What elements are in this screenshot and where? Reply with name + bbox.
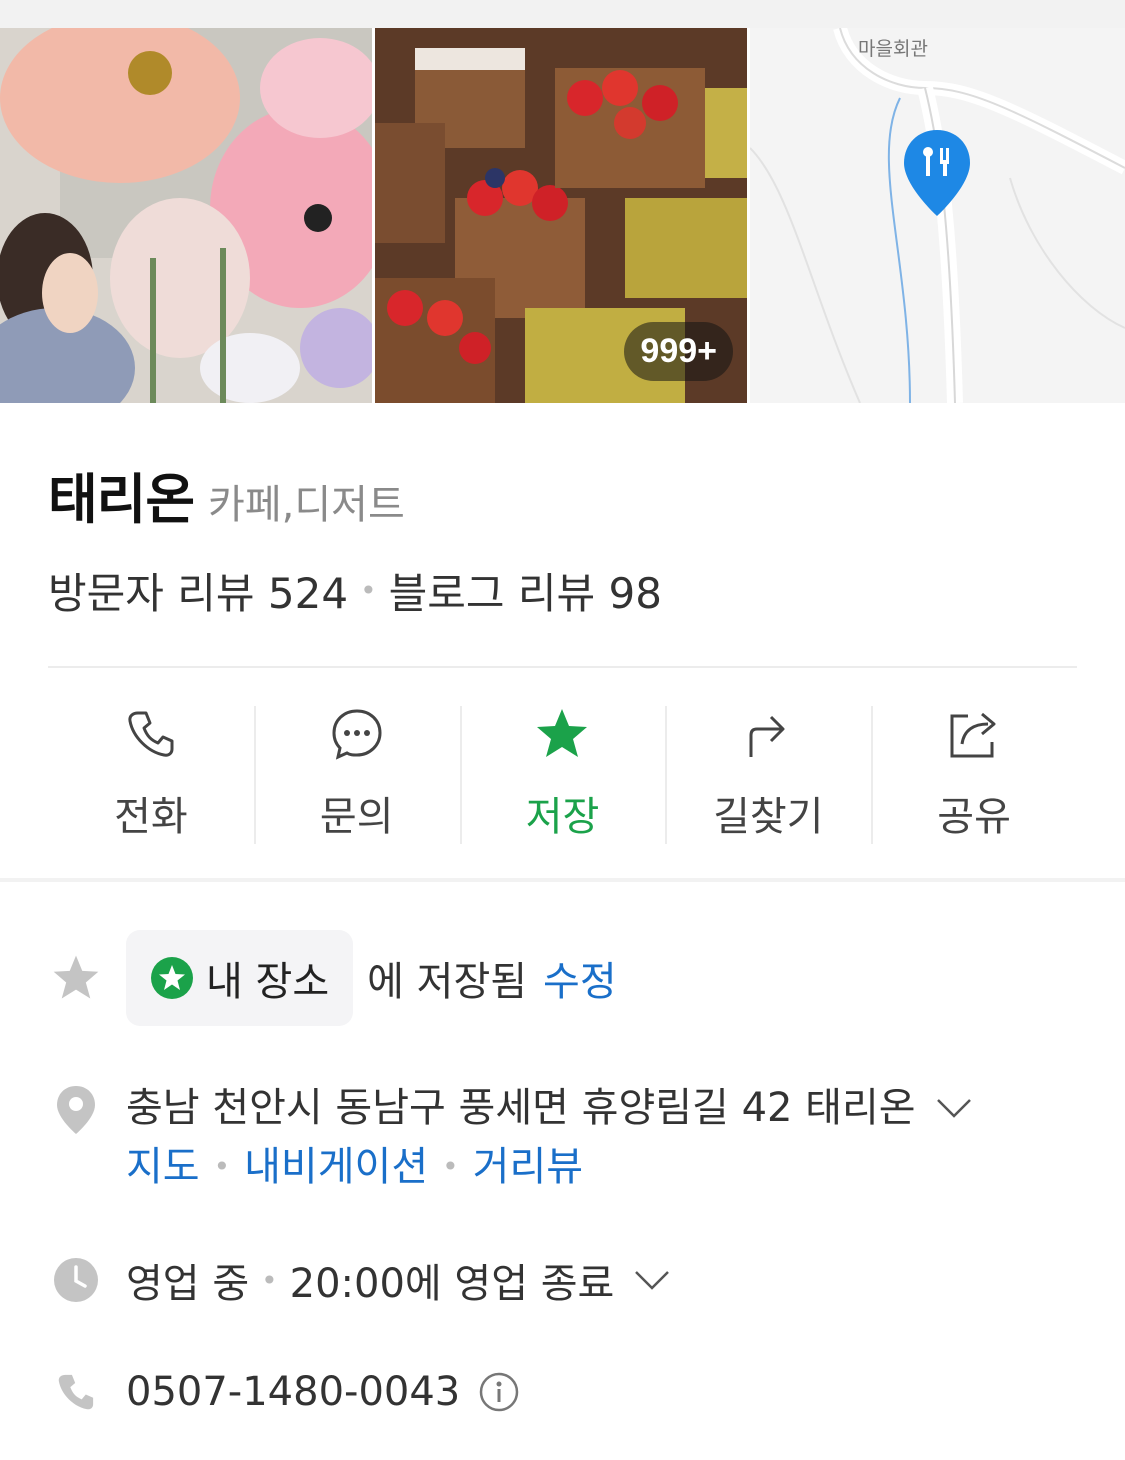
saved-list-name: 내 장소 <box>206 959 330 1005</box>
photo-desserts[interactable]: 999+ <box>375 28 747 403</box>
phone-icon <box>119 702 183 766</box>
address-text: 충남 천안시 동남구 풍세면 휴양림길 42 태리온 <box>126 1085 916 1131</box>
phone-icon <box>48 1370 104 1414</box>
directions-button[interactable]: 길찾기 <box>665 700 871 845</box>
save-label: 저장 <box>525 794 600 840</box>
business-hours-row[interactable]: 영업 중 • 20:00에 영업 종료 <box>48 1250 672 1310</box>
saved-status-row: 내 장소 에 저장됨 수정 <box>48 930 617 1026</box>
action-bar: 전화 문의 저장 길찾기 공유 <box>48 700 1077 845</box>
inquiry-button[interactable]: 문의 <box>253 700 460 845</box>
map-place-label: 마을회관 <box>858 38 928 60</box>
call-button[interactable]: 전화 <box>48 700 254 845</box>
star-outline-icon <box>48 953 104 1003</box>
green-star-badge-icon <box>151 957 193 999</box>
chevron-down-icon[interactable] <box>934 1096 974 1120</box>
map-pin-icon <box>904 130 970 216</box>
inquiry-label: 문의 <box>319 794 394 840</box>
separator-dot: • <box>261 1263 278 1297</box>
street-view-link[interactable]: 거리뷰 <box>473 1136 583 1198</box>
separator-dot: • <box>213 1150 231 1183</box>
chevron-down-icon[interactable] <box>632 1268 672 1292</box>
place-category: 카페,디저트 <box>208 482 405 528</box>
map-link[interactable]: 지도 <box>126 1136 200 1198</box>
map-thumbnail[interactable]: 마을회관 <box>750 28 1125 403</box>
title-row: 태리온 카페,디저트 <box>48 455 405 534</box>
star-icon <box>530 702 594 766</box>
directions-icon <box>736 702 800 766</box>
saved-list-chip[interactable]: 내 장소 <box>126 930 354 1026</box>
separator-dot: • <box>360 574 377 607</box>
review-summary: 방문자 리뷰 524 • 블로그 리뷰 98 <box>48 560 662 621</box>
phone-row: 0507-1480-0043 <box>48 1362 520 1422</box>
photo-count-badge[interactable]: 999+ <box>624 322 733 381</box>
saved-suffix: 에 저장됨 <box>367 959 528 1005</box>
location-pin-icon <box>48 1080 104 1198</box>
phone-number[interactable]: 0507-1480-0043 <box>126 1369 460 1415</box>
photo-flowers[interactable] <box>0 28 372 403</box>
address-row: 충남 천안시 동남구 풍세면 휴양림길 42 태리온 지도 • 내비게이션 • … <box>48 1080 974 1198</box>
open-status: 영업 중 <box>126 1261 250 1307</box>
address-links: 지도 • 내비게이션 • 거리뷰 <box>126 1136 974 1198</box>
share-button[interactable]: 공유 <box>871 700 1077 845</box>
directions-label: 길찾기 <box>713 794 824 840</box>
photo-flowers-image <box>0 28 372 403</box>
navigation-link[interactable]: 내비게이션 <box>244 1136 428 1198</box>
section-divider <box>0 878 1125 882</box>
top-strip <box>0 0 1125 28</box>
save-button[interactable]: 저장 <box>459 700 666 845</box>
clock-icon <box>48 1256 104 1304</box>
visitor-review-link[interactable]: 방문자 리뷰 524 <box>48 560 348 621</box>
closing-time: 20:00에 영업 종료 <box>289 1261 615 1307</box>
blog-review-link[interactable]: 블로그 리뷰 98 <box>389 560 662 621</box>
share-icon <box>942 702 1006 766</box>
edit-saved-link[interactable]: 수정 <box>543 949 617 1007</box>
chat-icon <box>325 702 389 766</box>
place-name: 태리온 <box>48 468 195 531</box>
separator-dot: • <box>442 1150 459 1183</box>
divider <box>48 666 1077 668</box>
photo-gallery: 999+ 마을회관 <box>0 28 1125 403</box>
share-label: 공유 <box>937 794 1011 840</box>
call-label: 전화 <box>114 794 188 840</box>
info-icon[interactable] <box>478 1371 520 1413</box>
address-line[interactable]: 충남 천안시 동남구 풍세면 휴양림길 42 태리온 <box>126 1080 974 1136</box>
